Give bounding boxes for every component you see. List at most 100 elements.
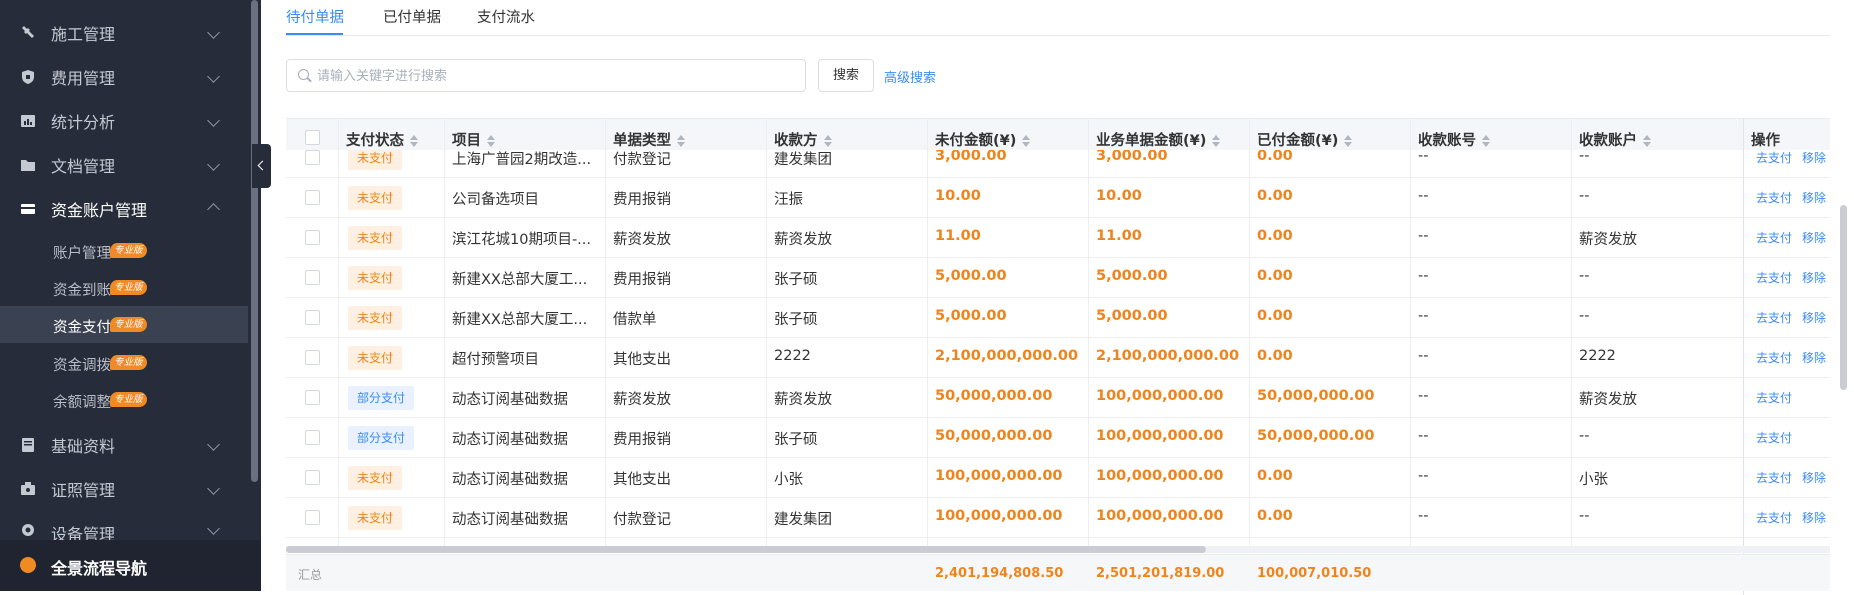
table-row: 未支付 滨江花城10期项目-... 薪资发放 薪资发放 11.00 11.00 0.00 --… <box>286 218 1830 258</box>
sort-icon[interactable] <box>1643 135 1651 147</box>
column-header-account-no[interactable]: 收款账号 <box>1418 129 1490 150</box>
cell-paid: 0.00 <box>1257 228 1293 244</box>
nav-group-label: 资金账户管理 <box>51 201 148 220</box>
row-checkbox[interactable] <box>305 270 320 285</box>
tab-paid[interactable]: 已付单据 <box>383 6 441 27</box>
nav-group-fund-account[interactable]: 资金账户管理 <box>0 188 248 230</box>
cell-payee: 张子硕 <box>774 312 818 328</box>
remove-link[interactable]: 移除 <box>1802 349 1826 366</box>
sort-icon[interactable] <box>1482 135 1490 147</box>
cell-paid: 50,000,000.00 <box>1257 428 1375 444</box>
remove-link[interactable]: 移除 <box>1802 509 1826 526</box>
remove-link[interactable]: 移除 <box>1802 469 1826 486</box>
column-header-doc-type[interactable]: 单据类型 <box>613 129 685 150</box>
remove-link[interactable]: 移除 <box>1802 309 1826 326</box>
nav-group-documents[interactable]: 文档管理 <box>0 144 248 186</box>
pay-link[interactable]: 去支付 <box>1756 189 1792 206</box>
remove-link[interactable]: 移除 <box>1802 229 1826 246</box>
search-button[interactable]: 搜索 <box>818 59 874 92</box>
column-divider <box>338 118 339 552</box>
nav-group-license[interactable]: 证照管理 <box>0 468 248 510</box>
nav-group-basic-data[interactable]: 基础资料 <box>0 424 248 466</box>
cell-unpaid: 5,000.00 <box>935 308 1007 324</box>
cell-paid: 0.00 <box>1257 188 1293 204</box>
cell-project: 超付预警项目 <box>452 352 539 368</box>
row-checkbox[interactable] <box>305 430 320 445</box>
sidebar-collapse-button[interactable] <box>252 144 271 188</box>
advanced-search-link[interactable]: 高级搜索 <box>884 67 936 86</box>
nav-group-construction[interactable]: 施工管理 <box>0 12 248 54</box>
status-badge: 未支付 <box>348 226 403 250</box>
sidebar-item-balance-adjust[interactable]: 余额调整 专业版 <box>0 381 248 418</box>
vertical-scrollbar-thumb[interactable] <box>1840 205 1847 390</box>
sort-icon[interactable] <box>823 135 832 147</box>
pay-link[interactable]: 去支付 <box>1756 309 1792 326</box>
cell-account: -- <box>1579 188 1590 204</box>
select-all-checkbox[interactable] <box>305 130 320 145</box>
cell-project: 上海广普园2期改造... <box>452 152 592 168</box>
nav-group-equipment[interactable]: 设备管理 <box>0 512 248 540</box>
row-checkbox[interactable] <box>305 190 320 205</box>
panorama-nav-button[interactable]: 全景流程导航 <box>0 540 261 591</box>
pay-link[interactable]: 去支付 <box>1756 349 1792 366</box>
row-checkbox[interactable] <box>305 230 320 245</box>
pay-link[interactable]: 去支付 <box>1756 150 1792 166</box>
row-checkbox[interactable] <box>305 310 320 325</box>
tab-payment-flow[interactable]: 支付流水 <box>477 6 535 27</box>
tab-pending[interactable]: 待付单据 <box>286 6 344 27</box>
sidebar-item-fund-transfer[interactable]: 资金调拨 专业版 <box>0 344 248 381</box>
column-header-status[interactable]: 支付状态 <box>346 129 418 150</box>
sort-icon[interactable] <box>1212 135 1221 147</box>
sort-icon[interactable] <box>487 135 495 147</box>
chevron-down-icon <box>207 522 220 535</box>
cell-paid: 0.00 <box>1257 308 1293 324</box>
sidebar-item-fund-arrival[interactable]: 资金到账 专业版 <box>0 269 248 306</box>
pay-link[interactable]: 去支付 <box>1756 509 1792 526</box>
table-row-partial: 未支付 上海广普园2期改造... 付款登记 建发集团 3,000.00 3,00… <box>286 150 1830 178</box>
chevron-down-icon <box>207 70 220 83</box>
row-checkbox[interactable] <box>305 150 320 165</box>
cell-project: 公司备选项目 <box>452 192 539 208</box>
search-input[interactable] <box>317 66 797 86</box>
cell-project: 动态订阅基础数据 <box>452 392 568 408</box>
cell-account: -- <box>1579 308 1590 324</box>
column-header-payee[interactable]: 收款方 <box>774 129 832 150</box>
nav-group-statistics[interactable]: 统计分析 <box>0 100 248 142</box>
pay-link[interactable]: 去支付 <box>1756 389 1792 406</box>
remove-link[interactable]: 移除 <box>1802 269 1826 286</box>
column-header-project[interactable]: 项目 <box>452 129 495 150</box>
horizontal-scrollbar-thumb[interactable] <box>286 546 1206 553</box>
column-divider <box>1249 118 1250 552</box>
status-badge: 未支付 <box>348 466 403 490</box>
sort-icon[interactable] <box>1022 135 1031 147</box>
row-checkbox[interactable] <box>305 390 320 405</box>
folder-icon <box>21 160 35 171</box>
column-header-account[interactable]: 收款账户 <box>1579 129 1651 150</box>
pay-link[interactable]: 去支付 <box>1756 269 1792 286</box>
nav-group-expense[interactable]: 费用管理 <box>0 56 248 98</box>
sort-icon[interactable] <box>677 135 685 147</box>
remove-link[interactable]: 移除 <box>1802 189 1826 206</box>
sort-icon[interactable] <box>410 135 418 147</box>
sub-item-label: 资金到账 <box>53 283 111 299</box>
column-header-total[interactable]: 业务单据金额(¥) <box>1096 129 1221 150</box>
pay-link[interactable]: 去支付 <box>1756 429 1792 446</box>
cell-paid: 0.00 <box>1257 268 1293 284</box>
row-checkbox[interactable] <box>305 470 320 485</box>
cell-doc-type: 薪资发放 <box>613 232 671 248</box>
pay-link[interactable]: 去支付 <box>1756 469 1792 486</box>
sidebar-item-fund-payment[interactable]: 资金支付 专业版 <box>0 306 248 343</box>
cell-payee: 建发集团 <box>774 152 832 168</box>
sidebar-item-account-management[interactable]: 账户管理 专业版 <box>0 232 248 269</box>
cell-unpaid: 5,000.00 <box>935 268 1007 284</box>
cell-account: -- <box>1579 428 1590 444</box>
cell-account-no: -- <box>1418 268 1429 284</box>
remove-link[interactable]: 移除 <box>1802 150 1826 166</box>
row-checkbox[interactable] <box>305 510 320 525</box>
sort-icon[interactable] <box>1344 135 1353 147</box>
column-header-paid[interactable]: 已付金额(¥) <box>1257 129 1353 150</box>
sidebar-scrollbar[interactable] <box>251 0 258 482</box>
row-checkbox[interactable] <box>305 350 320 365</box>
pay-link[interactable]: 去支付 <box>1756 229 1792 246</box>
column-header-unpaid[interactable]: 未付金额(¥) <box>935 129 1031 150</box>
